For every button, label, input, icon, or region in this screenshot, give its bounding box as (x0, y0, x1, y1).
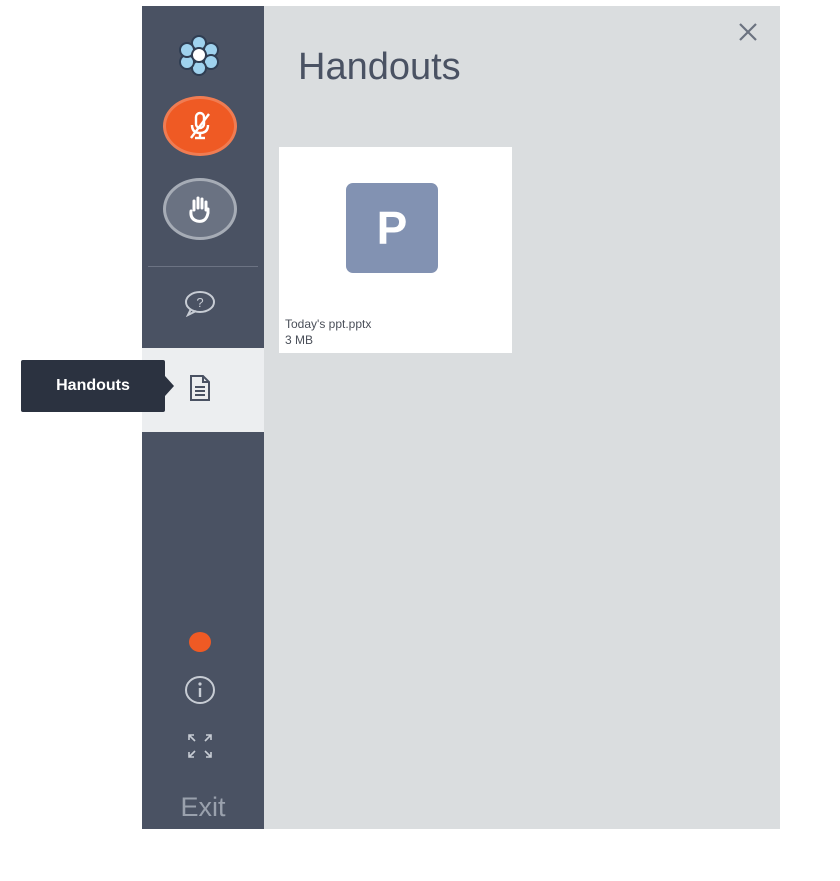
file-card[interactable]: P Today's ppt.pptx 3 MB (279, 147, 512, 353)
close-panel-button[interactable] (734, 18, 762, 46)
panel-title: Handouts (298, 46, 461, 88)
tooltip-arrow (165, 376, 174, 396)
powerpoint-file-icon: P (346, 183, 438, 273)
svg-text:?: ? (196, 295, 203, 310)
flower-logo-icon (179, 35, 219, 76)
mute-microphone-button[interactable] (163, 96, 237, 156)
exit-button[interactable]: Exit (142, 786, 264, 828)
expand-icon[interactable] (186, 732, 214, 760)
file-name: Today's ppt.pptx (285, 317, 372, 331)
handouts-tooltip: Handouts (21, 360, 165, 412)
document-icon (190, 375, 210, 401)
close-icon (739, 23, 757, 41)
info-icon[interactable] (183, 674, 217, 706)
handouts-panel (264, 6, 780, 829)
question-chat-icon[interactable]: ? (182, 289, 218, 317)
sidebar-divider (148, 266, 258, 267)
status-indicator-dot (189, 632, 211, 652)
file-size: 3 MB (285, 333, 314, 347)
raise-hand-button[interactable] (163, 178, 237, 240)
raise-hand-icon (189, 196, 210, 223)
mic-muted-icon (190, 111, 210, 140)
